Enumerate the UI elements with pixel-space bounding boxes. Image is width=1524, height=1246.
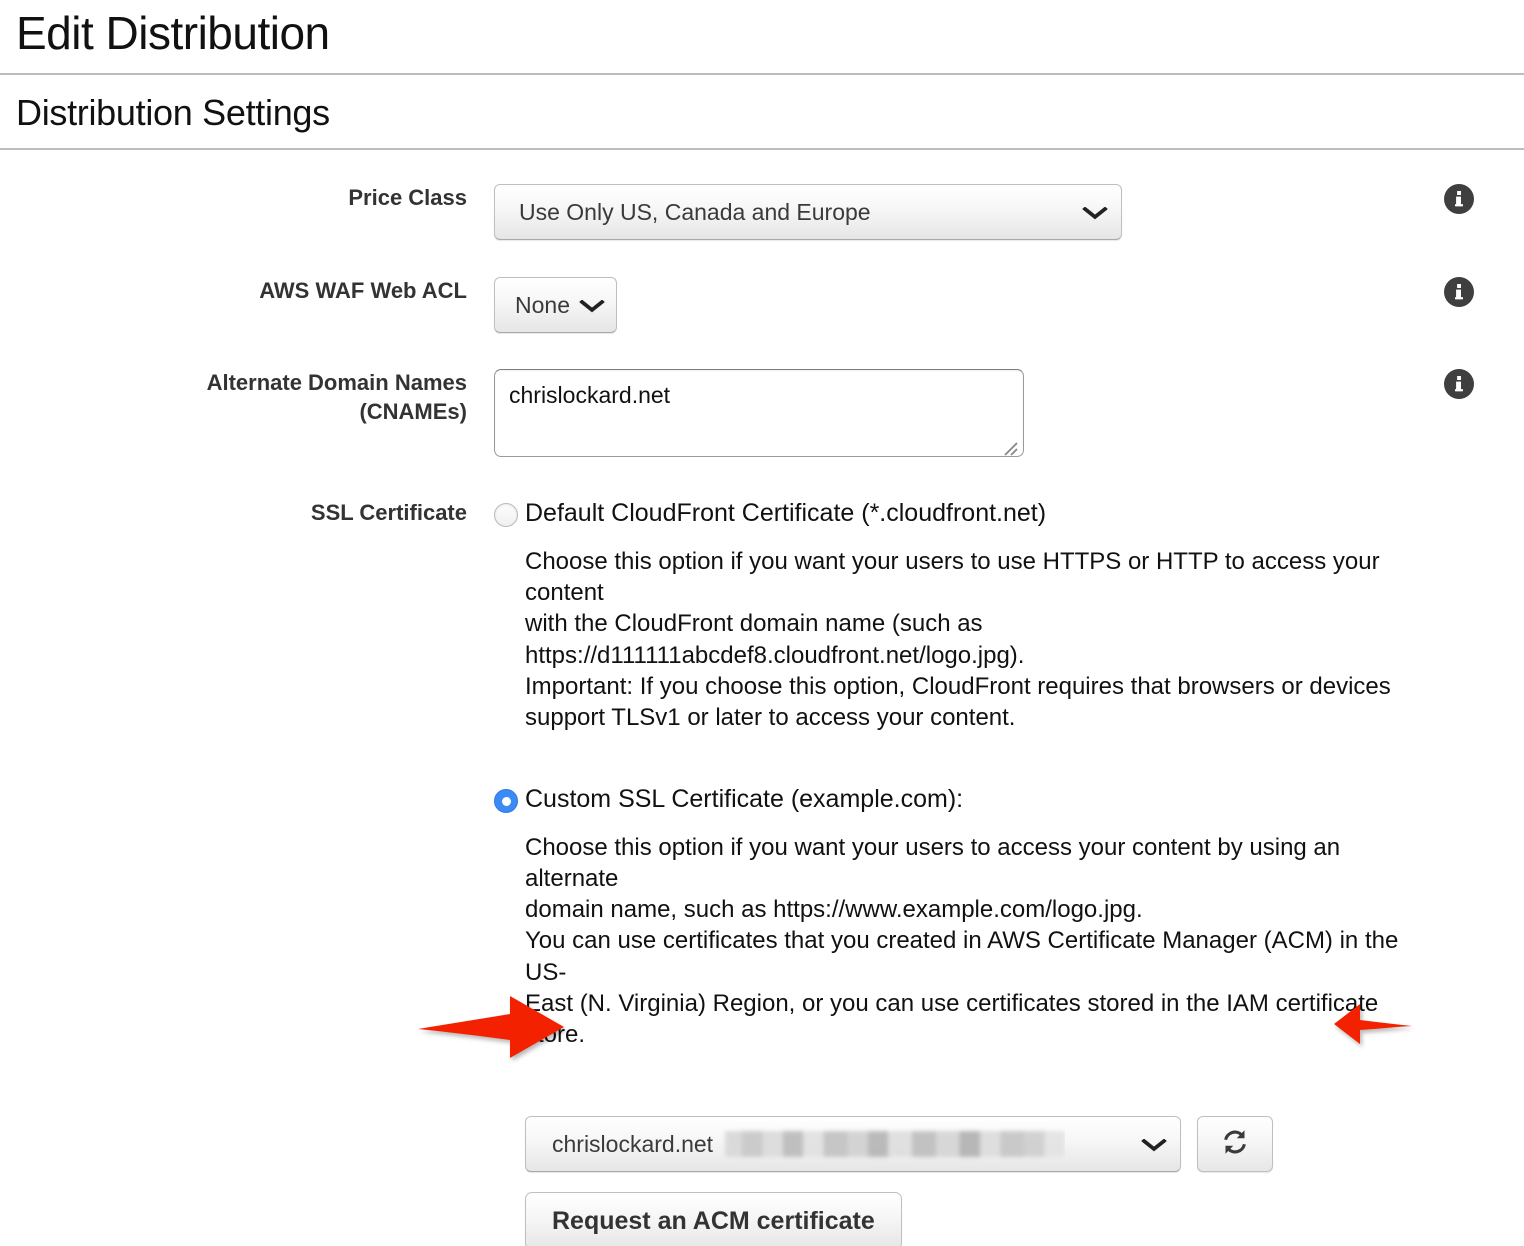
help-line: with the CloudFront domain name (such as	[525, 610, 983, 638]
radio-default-certificate[interactable]	[494, 503, 518, 528]
resize-handle-icon[interactable]	[1001, 435, 1019, 456]
ssl-certificate-row: SSL Certificate Default CloudFront Certi…	[0, 499, 1524, 1246]
ssl-custom-help: Choose this option if you want your user…	[525, 832, 1424, 1050]
certificate-select[interactable]: chrislockard.net	[525, 1116, 1181, 1173]
waf-acl-row: AWS WAF Web ACL None	[0, 277, 1524, 334]
ssl-certificate-field: Default CloudFront Certificate (*.cloudf…	[494, 499, 1424, 1246]
waf-acl-field: None	[494, 277, 1424, 334]
request-acm-certificate-button[interactable]: Request an ACM certificate	[525, 1192, 902, 1246]
waf-acl-label: AWS WAF Web ACL	[259, 278, 467, 304]
certificate-select-value: chrislockard.net	[552, 1131, 714, 1158]
help-line: You can use certificates that you create…	[525, 927, 1399, 986]
waf-acl-value: None	[515, 292, 570, 319]
price-class-value: Use Only US, Canada and Europe	[519, 199, 871, 226]
help-line: domain name, such as https://www.example…	[525, 896, 1143, 924]
request-acm-wrapper: Request an ACM certificate	[525, 1172, 1424, 1246]
radio-custom-certificate[interactable]	[494, 789, 518, 814]
price-class-row: Price Class Use Only US, Canada and Euro…	[0, 184, 1524, 241]
certificate-select-value-group: chrislockard.net	[552, 1116, 1066, 1172]
edit-distribution-page: Edit Distribution Distribution Settings …	[0, 0, 1524, 1246]
waf-acl-info[interactable]	[1424, 277, 1524, 308]
cnames-label: Alternate Domain Names (CNAMEs)	[0, 369, 494, 426]
cnames-value: chrislockard.net	[509, 382, 671, 409]
ssl-custom-label: Custom SSL Certificate (example.com):	[525, 785, 964, 814]
section-title: Distribution Settings	[16, 91, 330, 133]
help-line: support TLSv1 or later to access your co…	[525, 703, 1016, 731]
distribution-settings-form: Price Class Use Only US, Canada and Euro…	[0, 150, 1524, 1246]
ssl-custom-radio-row[interactable]: Custom SSL Certificate (example.com):	[494, 785, 1424, 814]
chevron-down-icon	[1140, 1133, 1168, 1156]
help-line: Choose this option if you want your user…	[525, 833, 1341, 892]
cnames-textarea[interactable]: chrislockard.net	[494, 369, 1024, 458]
help-line: Choose this option if you want your user…	[525, 547, 1380, 607]
info-icon[interactable]	[1444, 277, 1474, 308]
help-line: East (N. Virginia) Region, or you can us…	[525, 989, 1379, 1048]
help-line: Important: If you choose this option, Cl…	[525, 672, 1391, 700]
waf-acl-select[interactable]: None	[494, 277, 617, 334]
price-class-field: Use Only US, Canada and Europe	[494, 184, 1424, 241]
cnames-info[interactable]	[1424, 369, 1524, 400]
info-icon[interactable]	[1444, 369, 1474, 400]
cnames-field: chrislockard.net	[494, 369, 1424, 458]
cnames-label-line1: Alternate Domain Names	[206, 370, 467, 396]
ssl-default-label: Default CloudFront Certificate (*.cloudf…	[525, 499, 1047, 528]
ssl-default-radio-row[interactable]: Default CloudFront Certificate (*.cloudf…	[494, 499, 1424, 528]
refresh-icon	[1220, 1127, 1250, 1162]
ssl-default-help: Choose this option if you want your user…	[525, 546, 1424, 733]
help-line: https://d111111abcdef8.cloudfront.net/lo…	[525, 641, 1025, 669]
redacted-certificate-id	[725, 1131, 1066, 1158]
chevron-down-icon	[578, 294, 605, 317]
price-class-label: Price Class	[348, 185, 467, 211]
info-icon[interactable]	[1444, 184, 1474, 215]
price-class-info[interactable]	[1424, 184, 1524, 215]
ssl-certificate-label: SSL Certificate	[310, 500, 467, 526]
refresh-certificates-button[interactable]	[1197, 1116, 1273, 1173]
chevron-down-icon	[1081, 201, 1109, 224]
certificate-chooser-row: chrislockard.net	[525, 1116, 1424, 1173]
cnames-label-line2: (CNAMEs)	[359, 398, 467, 424]
price-class-select[interactable]: Use Only US, Canada and Europe	[494, 184, 1122, 241]
cnames-row: Alternate Domain Names (CNAMEs) chrisloc…	[0, 369, 1524, 458]
page-title: Edit Distribution	[16, 7, 330, 59]
